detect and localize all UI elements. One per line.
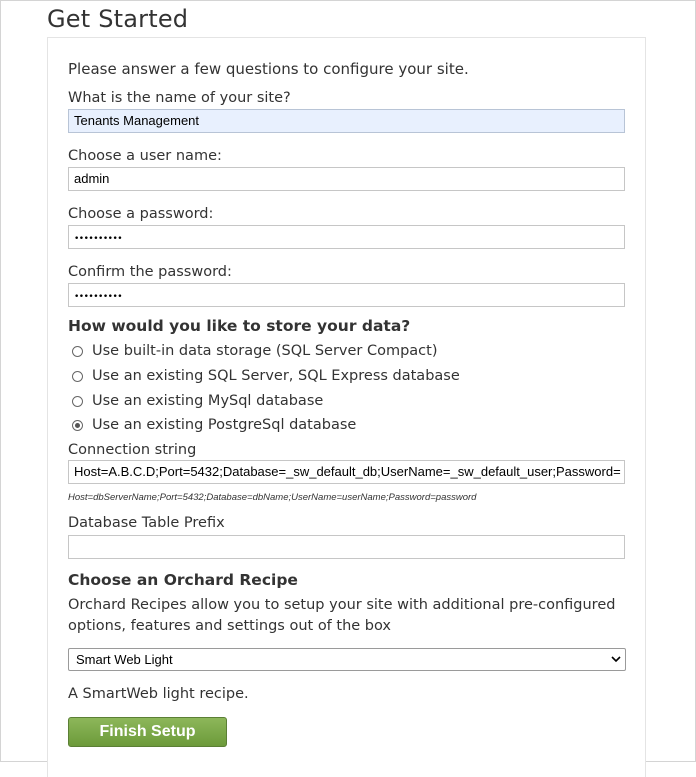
recipe-description: Orchard Recipes allow you to setup your … (68, 597, 616, 634)
table-prefix-input[interactable] (68, 535, 625, 559)
chevron-down-icon (611, 649, 621, 678)
confirm-password-mask: •••••••••• (74, 292, 123, 302)
radio-button[interactable] (72, 370, 83, 382)
connection-string-label: Connection string (68, 442, 197, 458)
confirm-password-label: Confirm the password: (68, 264, 232, 280)
page-title: Get Started (47, 5, 189, 33)
storage-heading: How would you like to store your data? (68, 317, 411, 335)
radio-button[interactable] (72, 345, 83, 357)
user-name-label: Choose a user name: (68, 148, 222, 164)
password-label: Choose a password: (68, 206, 214, 222)
radio-button[interactable] (72, 395, 83, 407)
storage-option-sql-server[interactable]: Use an existing SQL Server, SQL Express … (72, 366, 460, 386)
user-name-input[interactable]: admin (68, 167, 625, 191)
recipe-heading: Choose an Orchard Recipe (68, 571, 298, 589)
finish-setup-button[interactable]: Finish Setup (68, 717, 227, 747)
site-name-input[interactable]: Tenants Management (68, 109, 625, 133)
radio-button-selected[interactable] (72, 419, 83, 431)
connection-string-input[interactable]: Host=A.B.C.D;Port=5432;Database=_sw_defa… (68, 460, 625, 484)
storage-option-label: Use an existing PostgreSql database (92, 417, 357, 433)
table-prefix-label: Database Table Prefix (68, 515, 225, 531)
confirm-password-input[interactable]: •••••••••• (68, 283, 625, 307)
recipe-select[interactable]: Smart Web Light (68, 648, 626, 671)
storage-option-label: Use built-in data storage (SQL Server Co… (92, 343, 438, 359)
storage-option-label: Use an existing MySql database (92, 393, 324, 409)
recipe-select-value: Smart Web Light (76, 652, 173, 667)
storage-option-label: Use an existing SQL Server, SQL Express … (92, 368, 460, 384)
site-name-label: What is the name of your site? (68, 90, 291, 106)
recipe-selected-description: A SmartWeb light recipe. (68, 686, 249, 702)
storage-option-mysql[interactable]: Use an existing MySql database (72, 391, 323, 411)
password-mask: •••••••••• (74, 234, 123, 244)
storage-option-sql-compact[interactable]: Use built-in data storage (SQL Server Co… (72, 341, 438, 361)
password-input[interactable]: •••••••••• (68, 225, 625, 249)
connection-string-hint: Host=dbServerName;Port=5432;Database=dbN… (68, 492, 477, 503)
storage-option-postgresql[interactable]: Use an existing PostgreSql database (72, 415, 356, 435)
intro-text: Please answer a few questions to configu… (68, 60, 469, 78)
